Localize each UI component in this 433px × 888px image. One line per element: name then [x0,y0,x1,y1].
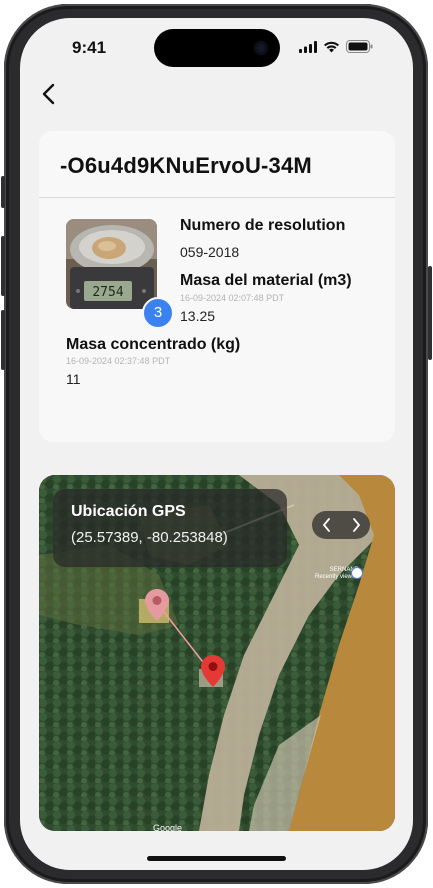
record-card: -O6u4d9KNuErvoU-34M 2754 3 Numero de res… [39,131,395,442]
app-screen: 9:41 -O6u4d9KNuErvoU-34M 2754 3 Numero d… [20,18,413,870]
concentrate-mass-timestamp: 16-09-2024 02:37:48 PDT [66,356,171,366]
scale-photo-image: 2754 [66,219,157,309]
material-mass-timestamp: 16-09-2024 02:07:48 PDT [180,293,285,303]
map-attribution: Google [153,823,183,831]
material-mass-label: Masa del material (m3) [180,272,352,289]
resolution-label: Numero de resolution [180,217,346,234]
card-divider [39,197,395,198]
location-nav-control [312,511,370,539]
gps-info-panel: Ubicación GPS (25.57389, -80.253848) [53,489,287,567]
status-icons [299,40,373,53]
photo-count-badge: 3 [142,297,174,329]
power-button [428,266,432,360]
chevron-left-icon [42,83,55,105]
concentrate-mass-value: 11 [66,371,81,387]
mute-switch [1,176,5,208]
record-id-title: -O6u4d9KNuErvoU-34M [60,153,312,178]
home-indicator[interactable] [147,856,286,861]
camera-icon [254,41,268,55]
previous-location-pin-icon[interactable] [145,589,169,621]
wifi-icon [324,41,339,52]
battery-icon [346,40,373,53]
status-time: 9:41 [72,38,107,57]
place-marker-icon[interactable] [351,567,363,579]
dynamic-island [154,29,280,67]
material-mass-value: 13.25 [180,308,216,324]
resolution-value: 059-2018 [180,244,240,260]
volume-up-button [1,236,5,296]
volume-down-button [1,310,5,370]
back-button[interactable] [38,80,62,108]
gps-coordinates: (25.57389, -80.253848) [71,529,228,546]
svg-text:2754: 2754 [92,285,123,300]
chevron-left-icon[interactable] [321,517,333,533]
gps-map[interactable]: SERNANP Recently viewed Ubicación GPS (2… [39,475,395,831]
concentrate-mass-label: Masa concentrado (kg) [66,336,241,353]
sample-photo-thumbnail[interactable]: 2754 [66,219,157,309]
cellular-signal-icon [299,40,317,53]
gps-title: Ubicación GPS [71,503,186,520]
chevron-right-icon[interactable] [350,517,362,533]
current-location-pin-icon[interactable] [201,655,225,687]
